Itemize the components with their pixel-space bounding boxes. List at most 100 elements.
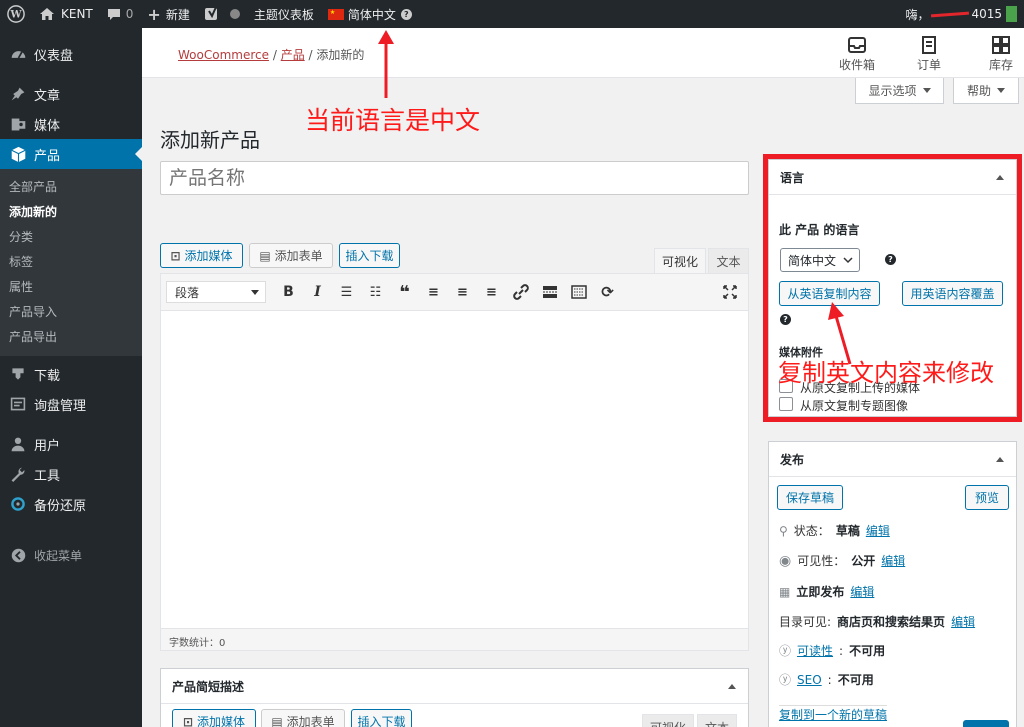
publish-button[interactable] xyxy=(963,720,1009,727)
edit-status-link[interactable]: 编辑 xyxy=(866,522,890,539)
my-account-link[interactable]: 嗨， 4015 xyxy=(898,0,1024,28)
orders-button[interactable]: 订单 xyxy=(899,36,959,73)
breadcrumb-woocommerce[interactable]: WooCommerce xyxy=(178,48,269,62)
publish-box-header[interactable]: 发布 xyxy=(769,442,1016,477)
short-desc-add-form-button[interactable]: ▤ 添加表单 xyxy=(261,709,345,727)
numbered-list-icon[interactable]: ☷ xyxy=(361,281,390,303)
inbox-icon xyxy=(848,37,866,53)
pin-icon: ⚲ xyxy=(779,523,788,538)
stock-label: 库存 xyxy=(988,58,1013,72)
bullet-list-icon[interactable]: ☰ xyxy=(332,281,361,303)
readability-link[interactable]: 可读性 xyxy=(797,642,833,659)
format-select[interactable]: 段落 xyxy=(166,281,266,303)
woocommerce-header: WooCommerce / 产品 / 添加新的 收件箱 订单 库存 xyxy=(142,28,1024,78)
menu-posts[interactable]: 文章 xyxy=(0,79,142,109)
inbox-button[interactable]: 收件箱 xyxy=(827,36,887,73)
tab-visual[interactable]: 可视化 xyxy=(654,248,706,273)
align-right-icon[interactable]: ≡ xyxy=(477,281,506,303)
short-desc-tab-text[interactable]: 文本 xyxy=(697,714,737,727)
save-draft-button[interactable]: 保存草稿 xyxy=(777,485,843,510)
username-redaction xyxy=(931,11,970,17)
help-button[interactable]: 帮助 xyxy=(953,78,1019,104)
toolbar-toggle-icon[interactable] xyxy=(564,281,593,303)
orders-icon xyxy=(922,36,936,54)
svg-text:W: W xyxy=(9,10,22,21)
menu-collapse[interactable]: 收起菜单 xyxy=(0,540,142,570)
form-icon: ▤ xyxy=(271,714,283,727)
align-left-icon[interactable]: ≡ xyxy=(419,281,448,303)
link-icon[interactable] xyxy=(506,281,535,303)
refresh-icon[interactable]: ⟳ xyxy=(593,281,622,303)
seo-status-dot-icon xyxy=(229,9,240,19)
menu-products[interactable]: 产品 xyxy=(0,139,142,169)
preview-label: 预览 xyxy=(974,491,999,505)
screen-options-button[interactable]: 显示选项 xyxy=(855,78,944,104)
language-switcher[interactable]: ★ 简体中文 ? xyxy=(321,0,419,28)
menu-media[interactable]: 媒体 xyxy=(0,109,142,139)
bold-icon[interactable]: B xyxy=(274,281,303,303)
breadcrumb: WooCommerce / 产品 / 添加新的 xyxy=(178,46,364,63)
add-media-label: 添加媒体 xyxy=(197,715,246,727)
product-name-input[interactable] xyxy=(160,161,749,195)
avatar xyxy=(1006,6,1017,22)
theme-dashboard-label: 主题仪表板 xyxy=(253,7,314,22)
products-submenu: 全部产品 添加新的 分类 标签 属性 产品导入 产品导出 xyxy=(0,169,142,356)
backup-icon xyxy=(8,494,28,514)
short-desc-insert-download-button[interactable]: 插入下载 xyxy=(351,709,412,727)
menu-label: 媒体 xyxy=(34,118,61,134)
comments-link[interactable]: 0 xyxy=(100,0,141,28)
menu-backup[interactable]: 备份还原 xyxy=(0,489,142,519)
theme-dashboard-link[interactable]: 主题仪表板 xyxy=(247,0,321,28)
menu-tools[interactable]: 工具 xyxy=(0,459,142,489)
wordpress-logo-icon[interactable]: W xyxy=(0,0,32,28)
menu-inquiry[interactable]: 询盘管理 xyxy=(0,389,142,419)
breadcrumb-separator: / xyxy=(272,48,277,62)
visibility-label: 可见性： xyxy=(797,554,846,568)
breadcrumb-products[interactable]: 产品 xyxy=(281,48,305,62)
copy-to-draft-link[interactable]: 复制到一个新的草稿 xyxy=(779,706,887,723)
short-desc-tab-visual[interactable]: 可视化 xyxy=(642,714,694,727)
pin-icon xyxy=(8,84,28,104)
submenu-categories[interactable]: 分类 xyxy=(0,225,142,250)
edit-catalog-visibility-link[interactable]: 编辑 xyxy=(951,613,975,630)
submenu-product-export[interactable]: 产品导出 xyxy=(0,325,142,350)
edit-publish-date-link[interactable]: 编辑 xyxy=(850,583,874,600)
menu-dashboard[interactable]: 仪表盘 xyxy=(0,39,142,69)
preview-button[interactable]: 预览 xyxy=(965,485,1009,510)
stock-button[interactable]: 库存 xyxy=(971,36,1024,73)
submenu-product-import[interactable]: 产品导入 xyxy=(0,300,142,325)
collapse-arrow-icon[interactable] xyxy=(728,684,736,689)
seo-link[interactable]: SEO xyxy=(797,673,822,687)
stock-icon xyxy=(992,36,1010,54)
italic-icon[interactable]: I xyxy=(303,281,332,303)
menu-downloads[interactable]: 下载 xyxy=(0,359,142,389)
submenu-all-products[interactable]: 全部产品 xyxy=(0,175,142,200)
submenu-tags[interactable]: 标签 xyxy=(0,250,142,275)
quote-icon[interactable]: ❝ xyxy=(390,281,419,303)
site-name-link[interactable]: KENT xyxy=(32,0,100,28)
menu-users[interactable]: 用户 xyxy=(0,429,142,459)
calendar-icon: ▦ xyxy=(779,584,791,599)
comment-icon xyxy=(107,8,120,20)
help-label: 帮助 xyxy=(966,84,991,98)
short-desc-add-media-button[interactable]: ⊡ 添加媒体 xyxy=(172,709,256,727)
submenu-attributes[interactable]: 属性 xyxy=(0,275,142,300)
short-description-header[interactable]: 产品简短描述 xyxy=(161,669,748,704)
read-more-icon[interactable] xyxy=(535,281,564,303)
insert-download-button[interactable]: 插入下载 xyxy=(339,243,400,268)
add-form-button[interactable]: ▤ 添加表单 xyxy=(249,243,333,268)
add-media-button[interactable]: ⊡ 添加媒体 xyxy=(160,243,243,268)
readability-value: 不可用 xyxy=(849,644,886,658)
fullscreen-icon[interactable] xyxy=(715,281,744,303)
collapse-arrow-icon[interactable] xyxy=(996,457,1004,462)
edit-visibility-link[interactable]: 编辑 xyxy=(881,552,905,569)
media-icon xyxy=(8,114,28,134)
media-icon: ⊡ xyxy=(170,248,181,263)
tab-text[interactable]: 文本 xyxy=(708,248,749,273)
submenu-add-new[interactable]: 添加新的 xyxy=(0,200,142,225)
greeting: 嗨， xyxy=(905,7,930,22)
yoast-seo-link[interactable] xyxy=(197,0,247,28)
new-content-link[interactable]: + 新建 xyxy=(140,0,196,28)
help-icon: ? xyxy=(400,8,412,20)
align-center-icon[interactable]: ≡ xyxy=(448,281,477,303)
